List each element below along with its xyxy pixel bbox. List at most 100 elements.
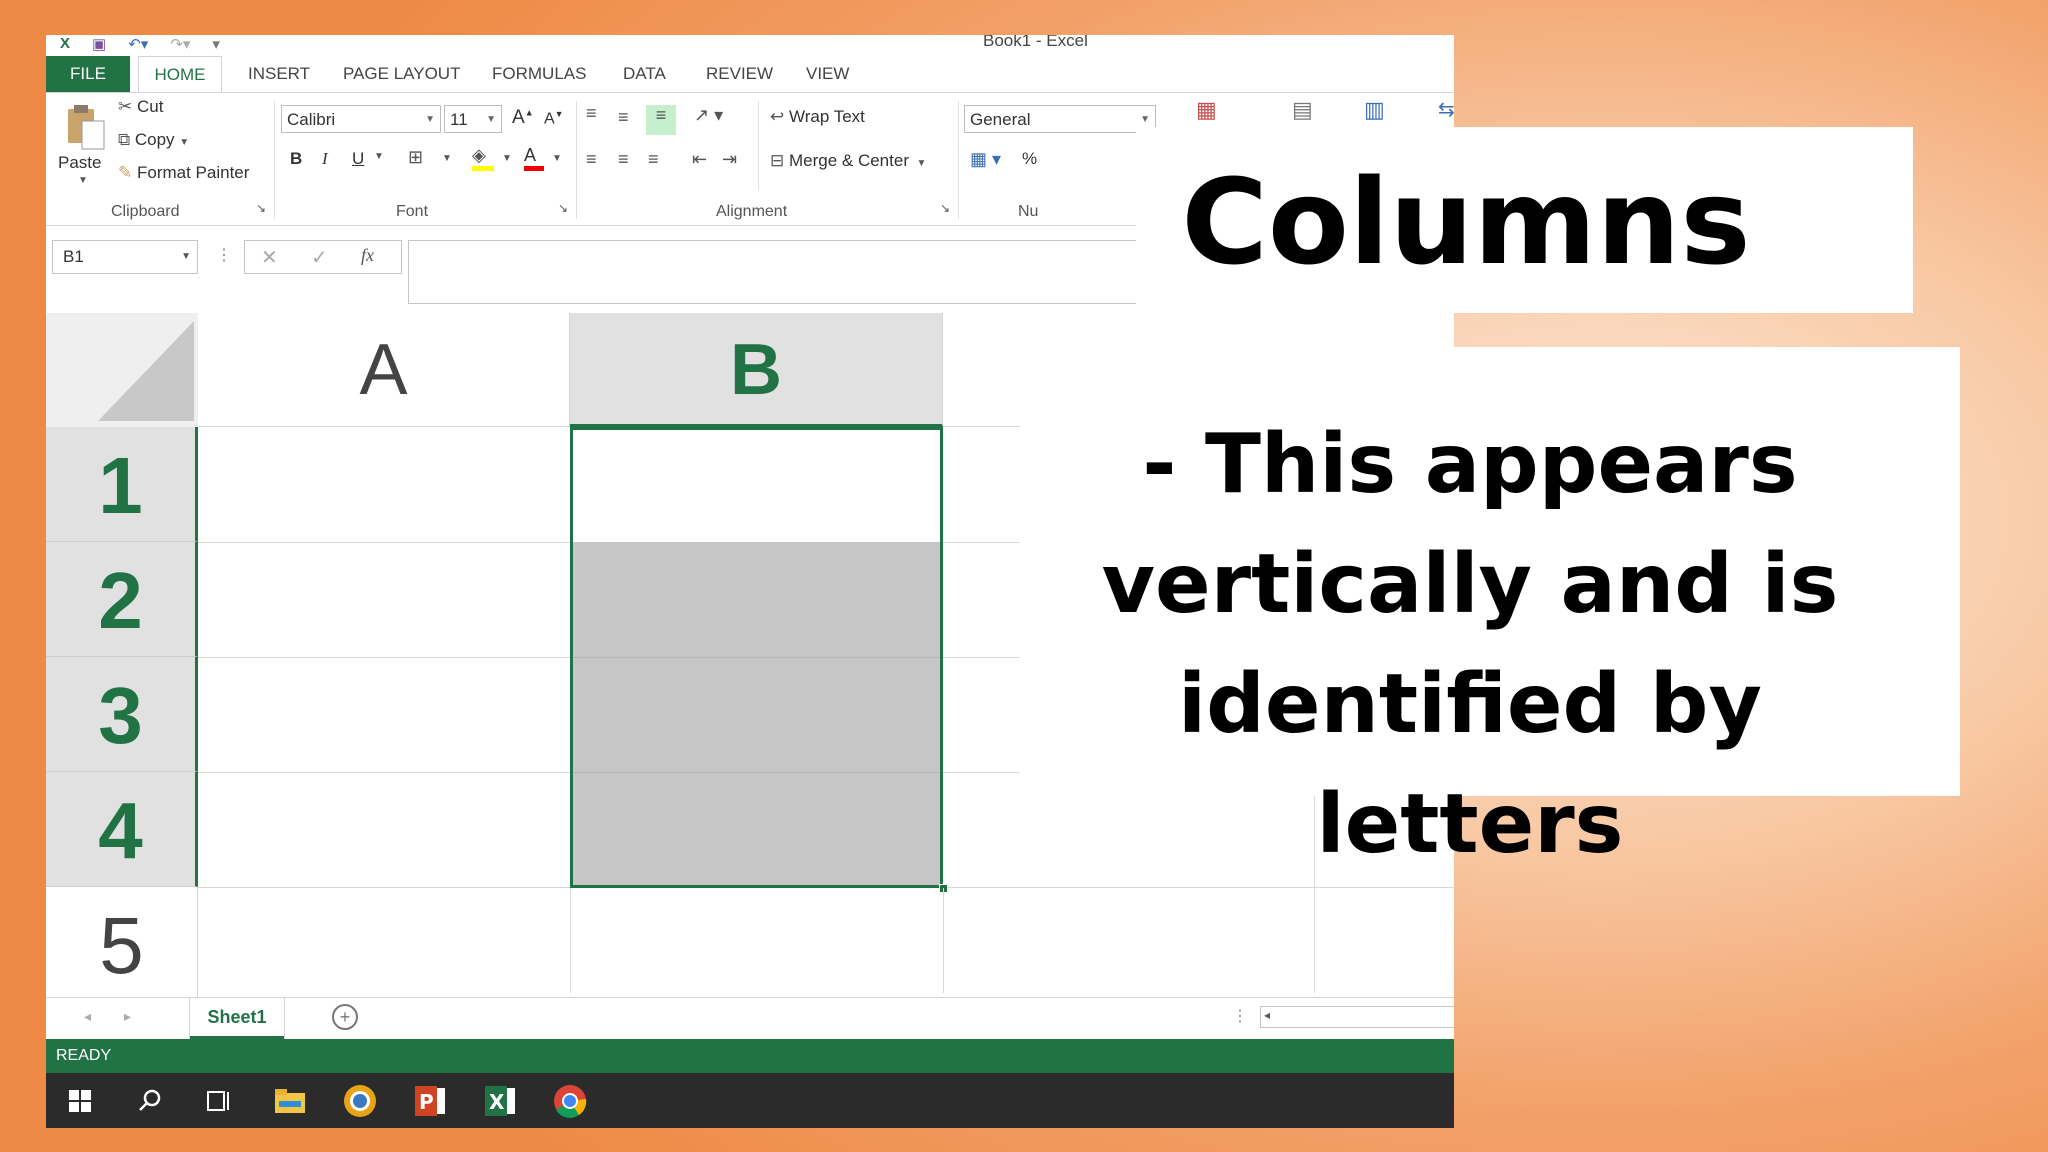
grow-font-button[interactable]: A▲ (512, 107, 534, 129)
file-explorer-button[interactable] (270, 1081, 310, 1121)
insert-cells-icon[interactable]: ⇆ (1438, 97, 1454, 122)
dialog-launcher-icon[interactable]: ↘ (558, 201, 568, 215)
tab-data[interactable]: DATA (623, 56, 666, 92)
sheet-tab-bar: ◂ ▸ Sheet1 + ⋮ ◂ (46, 997, 1454, 1040)
align-left-icon[interactable]: ≡ (586, 149, 597, 170)
font-size-select[interactable]: 11 ▼ (444, 105, 502, 133)
number-format-value: General (970, 110, 1031, 129)
row-header-3[interactable]: 3 (46, 657, 198, 772)
row-header-4[interactable]: 4 (46, 772, 198, 887)
dialog-launcher-icon[interactable]: ↘ (940, 201, 950, 215)
cancel-icon[interactable]: ✕ (261, 245, 278, 270)
font-size-value: 11 (450, 110, 468, 129)
tab-review[interactable]: REVIEW (706, 56, 773, 92)
row-header-5[interactable]: 5 (46, 887, 198, 1002)
currency-format-icon[interactable]: ▦ ▾ (970, 149, 1001, 170)
fill-color-icon[interactable]: ◈ (472, 145, 494, 171)
tab-page-layout[interactable]: PAGE LAYOUT (343, 56, 460, 92)
undo-icon[interactable]: ↶▾ (128, 35, 148, 53)
add-sheet-icon[interactable]: + (332, 1004, 358, 1030)
font-name-select[interactable]: Calibri ▼ (281, 105, 441, 133)
more-icon: ⋮ (216, 247, 232, 264)
horizontal-scrollbar[interactable]: ◂ (1260, 1006, 1454, 1028)
excel-icon: X (485, 1086, 515, 1116)
borders-icon[interactable]: ⊞ (408, 147, 423, 168)
align-right-icon[interactable]: ≡ (648, 149, 659, 170)
format-as-table-icon[interactable]: ▤ (1292, 97, 1313, 123)
scroll-right-icon[interactable]: ▸ (124, 1008, 131, 1025)
chevron-down-icon[interactable]: ▼ (502, 153, 512, 164)
overlay-title: Columns (1181, 153, 1751, 291)
tab-view[interactable]: VIEW (806, 56, 849, 92)
chrome-canary-button[interactable] (340, 1081, 380, 1121)
sheet-tab-sheet1[interactable]: Sheet1 (190, 998, 284, 1039)
cut-button[interactable]: ✂ Cut (118, 97, 163, 117)
column-header-a[interactable]: A (198, 313, 570, 427)
overlay-body: - This appears vertically and is identif… (1020, 405, 1920, 885)
dialog-launcher-icon[interactable]: ↘ (256, 201, 266, 215)
chevron-down-icon: ▼ (179, 137, 190, 148)
align-bottom-icon[interactable]: ≡ (646, 105, 676, 135)
wrap-text-button[interactable]: ↩ Wrap Text (770, 107, 865, 127)
scroll-left-icon[interactable]: ◂ (1264, 1008, 1270, 1022)
copy-button[interactable]: ⧉ Copy ▼ (118, 130, 189, 150)
chevron-down-icon: ▼ (425, 114, 435, 125)
chrome-button[interactable] (550, 1081, 590, 1121)
paste-icon (68, 105, 105, 150)
tab-home[interactable]: HOME (138, 56, 222, 94)
cell-styles-icon[interactable]: ▥ (1364, 97, 1385, 123)
select-all-button[interactable] (46, 313, 198, 427)
orientation-icon[interactable]: ↗ ▾ (694, 105, 723, 126)
insert-function-button[interactable]: fx (361, 245, 374, 266)
windows-icon (69, 1090, 91, 1112)
format-painter-button[interactable]: ✎ Format Painter (118, 163, 249, 183)
merge-center-label: Merge & Center (788, 151, 909, 170)
format-painter-label: Format Painter (136, 163, 250, 182)
decrease-indent-icon[interactable]: ⇤ (692, 149, 707, 170)
name-box[interactable]: B1 ▼ (52, 240, 198, 274)
customize-qat-icon[interactable]: ▾ (212, 35, 220, 53)
column-header-b[interactable]: B (570, 313, 943, 427)
powerpoint-button[interactable]: P (410, 1081, 450, 1121)
font-name-value: Calibri (287, 110, 336, 129)
chevron-down-icon[interactable]: ▼ (374, 151, 384, 162)
scroll-left-icon[interactable]: ◂ (84, 1008, 91, 1025)
window-title: Book1 - Excel (983, 35, 1088, 50)
copy-label: Copy (134, 130, 175, 149)
redo-icon[interactable]: ↷▾ (170, 35, 190, 53)
save-icon[interactable]: ▣ (92, 35, 106, 53)
merge-center-button[interactable]: ⊟ Merge & Center ▼ (770, 151, 926, 171)
bold-button[interactable]: B (290, 149, 302, 169)
wrap-text-icon: ↩ (770, 107, 785, 126)
column-b-selection[interactable] (570, 427, 943, 888)
conditional-formatting-icon[interactable]: ▦ (1196, 97, 1217, 123)
align-middle-icon[interactable]: ≡ (618, 107, 629, 128)
enter-icon[interactable]: ✓ (311, 245, 328, 270)
align-top-icon[interactable]: ≡ (586, 103, 597, 124)
start-button[interactable] (60, 1081, 100, 1121)
excel-button[interactable]: X (480, 1081, 520, 1121)
tab-file[interactable]: FILE (46, 56, 130, 92)
paste-label: Paste (58, 153, 102, 172)
task-view-button[interactable] (200, 1081, 240, 1121)
chevron-down-icon: ▼ (486, 114, 496, 125)
paste-button[interactable]: Paste ▼ (58, 103, 114, 193)
percent-button[interactable]: % (1022, 149, 1037, 169)
row-header-2[interactable]: 2 (46, 542, 198, 657)
tab-formulas[interactable]: FORMULAS (492, 56, 586, 92)
font-color-button[interactable]: A (524, 145, 544, 171)
search-button[interactable] (130, 1081, 170, 1121)
title-bar: X ▣ ↶▾ ↷▾ ▾ Book1 - Excel (46, 35, 1454, 55)
align-center-icon[interactable]: ≡ (618, 149, 629, 170)
chevron-down-icon[interactable]: ▼ (552, 153, 562, 164)
number-format-select[interactable]: General ▼ (964, 105, 1156, 133)
shrink-font-button[interactable]: A▼ (544, 109, 564, 128)
row-header-1[interactable]: 1 (46, 427, 198, 542)
increase-indent-icon[interactable]: ⇥ (722, 149, 737, 170)
taskbar: P X (46, 1073, 1454, 1128)
italic-button[interactable]: I (322, 149, 328, 169)
underline-button[interactable]: U (352, 149, 364, 169)
chevron-down-icon[interactable]: ▼ (442, 153, 452, 164)
divider (274, 101, 275, 219)
tab-insert[interactable]: INSERT (248, 56, 310, 92)
